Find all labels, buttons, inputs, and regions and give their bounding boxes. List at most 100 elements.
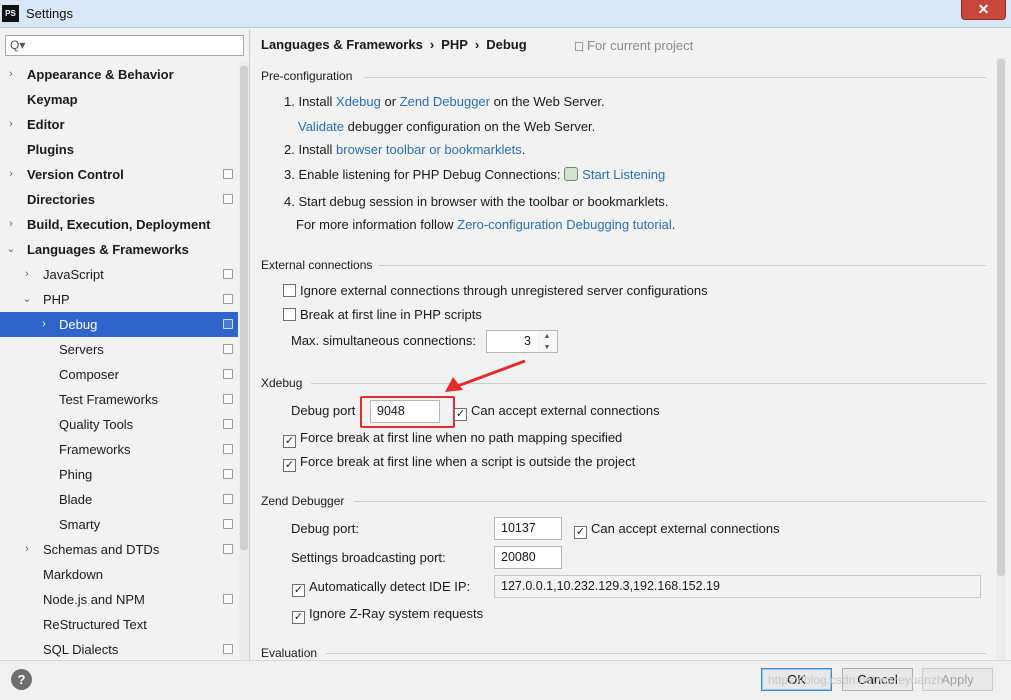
preconfig-step-2: 2. Install browser toolbar or bookmarkle…	[284, 142, 525, 157]
sidebar-item-restructured-text[interactable]: ReStructured Text	[0, 612, 238, 637]
xdebug-link[interactable]: Xdebug	[336, 94, 381, 109]
zend-port-input[interactable]: 10137	[494, 517, 562, 540]
checkbox-box[interactable]	[283, 308, 296, 321]
sidebar-item-quality-tools[interactable]: Quality Tools	[0, 412, 238, 437]
sidebar-item-phing[interactable]: Phing	[0, 462, 238, 487]
help-icon[interactable]: ?	[11, 669, 32, 690]
sidebar-scrollbar[interactable]	[239, 62, 249, 660]
breadcrumb-separator: ›	[474, 37, 480, 52]
browser-toolbar-link[interactable]: browser toolbar or bookmarklets	[336, 142, 522, 157]
sidebar-item-label: Composer	[59, 367, 119, 382]
ignore-zray-checkbox[interactable]: ✓ Ignore Z-Ray system requests	[292, 606, 483, 624]
checkbox-box[interactable]: ✓	[283, 435, 296, 448]
section-divider	[364, 77, 986, 78]
sidebar-item-javascript[interactable]: › JavaScript	[0, 262, 238, 287]
preconfig-step-4: 4. Start debug session in browser with t…	[284, 194, 669, 209]
zend-debugger-link[interactable]: Zend Debugger	[400, 94, 490, 109]
auto-detect-ip-checkbox[interactable]: ✓ Automatically detect IDE IP:	[292, 579, 470, 597]
validate-link[interactable]: Validate	[298, 119, 344, 134]
breadcrumb-item: Debug	[486, 37, 527, 52]
sidebar-item-schemas-and-dtds[interactable]: › Schemas and DTDs	[0, 537, 238, 562]
checkbox-box[interactable]: ✓	[292, 584, 305, 597]
section-title-xdebug: Xdebug	[261, 376, 303, 390]
project-scope-icon	[223, 519, 233, 529]
chevron-right-icon[interactable]: ›	[5, 62, 17, 87]
chevron-right-icon[interactable]: ›	[5, 162, 17, 187]
preconfig-step-3: 3. Enable listening for PHP Debug Connec…	[284, 167, 665, 182]
zend-accept-external-checkbox[interactable]: ✓ Can accept external connections	[574, 521, 780, 539]
sidebar-item-markdown[interactable]: Markdown	[0, 562, 238, 587]
sidebar-item-test-frameworks[interactable]: Test Frameworks	[0, 387, 238, 412]
max-connections-stepper[interactable]: ▲ ▼	[537, 330, 558, 353]
project-scope-icon	[223, 194, 233, 204]
sidebar-item-debug[interactable]: › Debug	[0, 312, 238, 337]
chevron-down-icon[interactable]: ⌄	[5, 237, 17, 262]
section-title-evaluation: Evaluation	[261, 646, 318, 660]
sidebar-item-editor[interactable]: › Editor	[0, 112, 238, 137]
checkbox-box[interactable]: ✓	[454, 408, 467, 421]
sidebar-item-directories[interactable]: Directories	[0, 187, 238, 212]
sidebar-item-build-execution-deployment[interactable]: › Build, Execution, Deployment	[0, 212, 238, 237]
ignore-external-checkbox[interactable]: Ignore external connections through unre…	[283, 283, 708, 298]
step-text: 2. Install	[284, 142, 337, 157]
broadcast-port-input[interactable]: 20080	[494, 546, 562, 569]
checkbox-box[interactable]: ✓	[292, 611, 305, 624]
force-break-outside-project-checkbox[interactable]: ✓ Force break at first line when a script…	[283, 454, 635, 472]
spin-down-icon[interactable]: ▼	[537, 342, 557, 353]
sidebar-item-smarty[interactable]: Smarty	[0, 512, 238, 537]
section-title-preconfiguration: Pre-configuration	[261, 69, 353, 83]
sidebar-item-languages-frameworks[interactable]: ⌄ Languages & Frameworks	[0, 237, 238, 262]
tutorial-link[interactable]: Zero-configuration Debugging tutorial	[457, 217, 672, 232]
checkbox-label: Can accept external connections	[591, 521, 780, 536]
checkbox-box[interactable]	[283, 284, 296, 297]
step-text: .	[671, 217, 676, 232]
chevron-right-icon[interactable]: ›	[21, 262, 33, 287]
watermark: https://blog.csdn.net/wareyuanzh	[768, 673, 944, 687]
step-text: For more information follow	[296, 217, 458, 232]
sidebar-item-plugins[interactable]: Plugins	[0, 137, 238, 162]
chevron-right-icon[interactable]: ›	[21, 537, 33, 562]
xdebug-accept-external-checkbox[interactable]: ✓ Can accept external connections	[454, 403, 660, 421]
settings-content: Languages & Frameworks › PHP › Debug For cur…	[251, 29, 1011, 660]
checkbox-box[interactable]: ✓	[283, 459, 296, 472]
sidebar-item-version-control[interactable]: › Version Control	[0, 162, 238, 187]
close-button[interactable]: ✕	[961, 0, 1006, 20]
checkbox-label: Ignore external connections through unre…	[300, 283, 708, 298]
max-connections-input[interactable]: 3	[486, 330, 538, 353]
annotation-arrow-icon	[445, 359, 526, 392]
checkbox-box[interactable]: ✓	[574, 526, 587, 539]
sidebar-item-sql-dialects[interactable]: SQL Dialects	[0, 637, 238, 660]
sidebar-item-label: Servers	[59, 342, 104, 357]
sidebar-item-frameworks[interactable]: Frameworks	[0, 437, 238, 462]
sidebar-item-label: Directories	[27, 192, 95, 207]
start-listening-link[interactable]: Start Listening	[582, 167, 665, 182]
sidebar-scrollbar-thumb[interactable]	[240, 66, 248, 550]
sidebar-item-appearance-behavior[interactable]: › Appearance & Behavior	[0, 62, 238, 87]
content-scrollbar[interactable]	[996, 57, 1006, 660]
search-input[interactable]: Q▾	[5, 35, 244, 56]
chevron-right-icon[interactable]: ›	[38, 312, 50, 337]
sidebar-item-node-js-and-npm[interactable]: Node.js and NPM	[0, 587, 238, 612]
sidebar-item-keymap[interactable]: Keymap	[0, 87, 238, 112]
content-scrollbar-thumb[interactable]	[997, 59, 1005, 576]
step-text: or	[380, 94, 400, 109]
sidebar-item-label: Markdown	[43, 567, 103, 582]
chevron-right-icon[interactable]: ›	[5, 212, 17, 237]
sidebar-item-blade[interactable]: Blade	[0, 487, 238, 512]
force-break-no-mapping-checkbox[interactable]: ✓ Force break at first line when no path …	[283, 430, 622, 448]
spin-up-icon[interactable]: ▲	[537, 331, 557, 342]
project-scope-icon	[223, 269, 233, 279]
sidebar-item-label: Debug	[59, 317, 98, 332]
chevron-down-icon[interactable]: ⌄	[21, 287, 33, 312]
sidebar-item-label: Plugins	[27, 142, 74, 157]
project-scope-icon	[223, 644, 233, 654]
checkbox-label: Break at first line in PHP scripts	[300, 307, 482, 322]
sidebar-item-label: SQL Dialects	[43, 642, 119, 657]
sidebar-item-composer[interactable]: Composer	[0, 362, 238, 387]
sidebar-item-servers[interactable]: Servers	[0, 337, 238, 362]
xdebug-port-label: Debug port	[291, 403, 356, 418]
breadcrumb: Languages & Frameworks › PHP › Debug	[261, 37, 527, 52]
chevron-right-icon[interactable]: ›	[5, 112, 17, 137]
sidebar-item-php[interactable]: ⌄ PHP	[0, 287, 238, 312]
break-first-line-checkbox[interactable]: Break at first line in PHP scripts	[283, 307, 482, 322]
